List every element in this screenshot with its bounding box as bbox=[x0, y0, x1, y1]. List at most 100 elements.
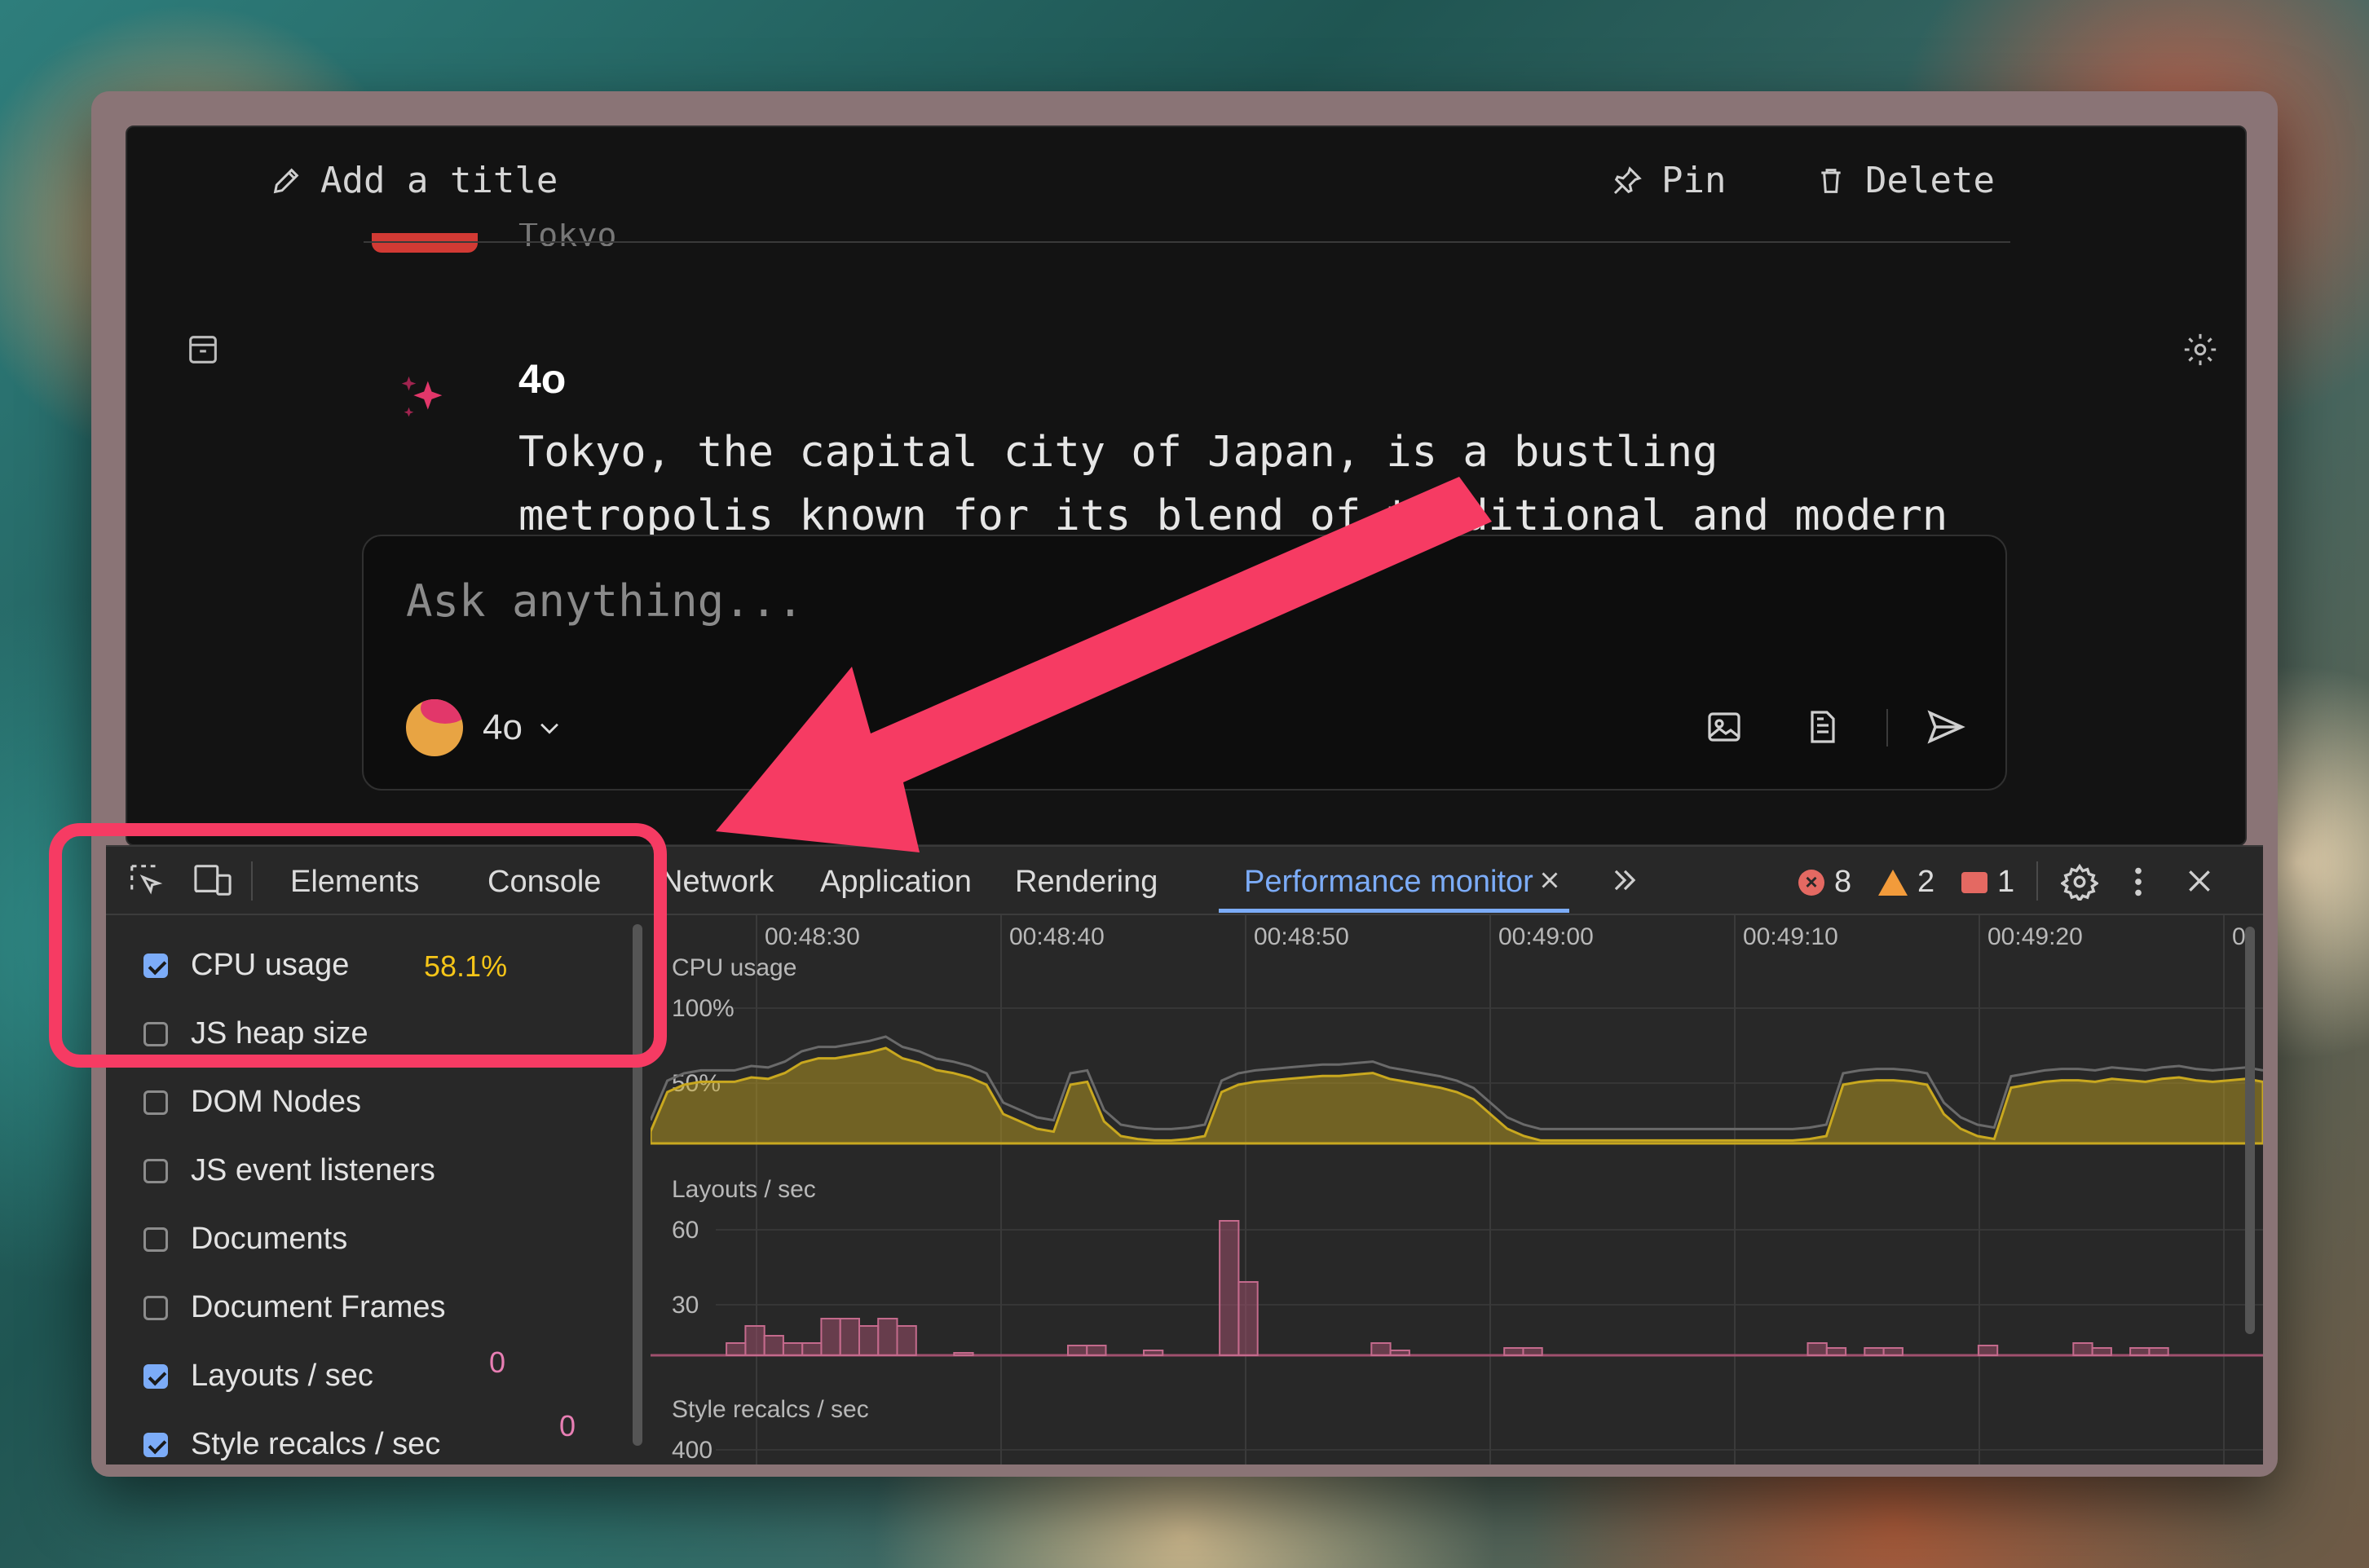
metric-value: 0 bbox=[489, 1346, 506, 1379]
layouts-bar bbox=[801, 1342, 823, 1356]
value-tick-label: 100% bbox=[672, 995, 735, 1022]
metric-checkbox[interactable] bbox=[143, 1363, 168, 1389]
metric-label: JS event listeners bbox=[191, 1153, 435, 1187]
delete-button[interactable]: Delete bbox=[1815, 160, 1995, 201]
toolbar-divider bbox=[2036, 861, 2038, 901]
metric-checkbox[interactable] bbox=[143, 1432, 168, 1457]
tab-network[interactable]: Network bbox=[660, 865, 774, 900]
layouts-bar bbox=[877, 1318, 898, 1356]
settings-icon[interactable] bbox=[2061, 863, 2098, 901]
layouts-bar bbox=[1864, 1347, 1885, 1356]
trash-icon bbox=[1821, 168, 1841, 193]
layouts-bar bbox=[1977, 1345, 1999, 1356]
layouts-bar bbox=[782, 1342, 804, 1356]
layouts-bar bbox=[1825, 1347, 1847, 1356]
pin-label: Pin bbox=[1661, 160, 1727, 201]
metric-checkbox[interactable] bbox=[143, 1090, 168, 1115]
close-tab-icon[interactable] bbox=[1536, 866, 1564, 894]
value-tick-label: 60 bbox=[672, 1217, 699, 1244]
issues-count-badge[interactable]: 1 bbox=[1961, 865, 2014, 900]
error-count-badge[interactable]: × 8 bbox=[1798, 865, 1851, 900]
pin-icon bbox=[1613, 165, 1642, 194]
layouts-bar bbox=[2091, 1347, 2112, 1356]
cpu-usage-area bbox=[651, 1046, 2263, 1145]
model-selector-label: 4o bbox=[483, 707, 523, 747]
close-devtools-icon[interactable] bbox=[2183, 865, 2216, 897]
layouts-bar bbox=[726, 1342, 747, 1356]
layouts-bar bbox=[1086, 1345, 1107, 1356]
delete-label: Delete bbox=[1865, 160, 1995, 201]
layouts-bar bbox=[2148, 1347, 2169, 1356]
chat-app: Add a title Pin Delete Tokyo 4o Tokyo, t… bbox=[126, 126, 2247, 846]
layouts-bar bbox=[1143, 1350, 1164, 1356]
panel-title: Layouts / sec bbox=[672, 1176, 816, 1203]
metric-label: Layouts / sec bbox=[191, 1359, 373, 1393]
send-icon[interactable] bbox=[1925, 706, 1967, 748]
layouts-bar bbox=[1237, 1281, 1259, 1356]
metric-value: 0 bbox=[559, 1409, 576, 1442]
metric-label: Documents bbox=[191, 1222, 348, 1256]
document-icon[interactable] bbox=[1802, 707, 1842, 747]
title-placeholder: Add a title bbox=[320, 160, 558, 201]
tab-rendering[interactable]: Rendering bbox=[1015, 865, 1158, 900]
warning-icon bbox=[1878, 869, 1908, 896]
value-tick-label: 30 bbox=[672, 1292, 699, 1319]
issues-icon bbox=[1961, 871, 1987, 893]
layouts-bar bbox=[1389, 1350, 1410, 1356]
metric-layouts-sec[interactable]: Layouts / sec bbox=[143, 1359, 373, 1394]
layouts-bar bbox=[763, 1335, 784, 1356]
metric-style-recalcs-sec[interactable]: Style recalcs / sec bbox=[143, 1427, 440, 1462]
time-tick-label: 00:48:30 bbox=[765, 923, 860, 950]
time-tick-label: 0 bbox=[2232, 923, 2246, 950]
kebab-menu-icon[interactable] bbox=[2126, 863, 2151, 901]
error-count: 8 bbox=[1834, 865, 1852, 899]
layouts-bar bbox=[2072, 1342, 2093, 1356]
header-divider bbox=[364, 241, 2010, 243]
gear-icon[interactable] bbox=[2182, 331, 2219, 368]
layouts-bar bbox=[1067, 1345, 1088, 1356]
metric-label: Document Frames bbox=[191, 1290, 446, 1324]
layouts-bar bbox=[839, 1318, 860, 1356]
assistant-message-text: Tokyo, the capital city of Japan, is a b… bbox=[518, 428, 1948, 540]
tab-performance-monitor[interactable]: Performance monitor bbox=[1244, 865, 1533, 900]
time-tick-label: 00:48:40 bbox=[1009, 923, 1105, 950]
layouts-bar bbox=[953, 1352, 974, 1356]
active-tab-underline bbox=[1219, 909, 1569, 913]
chart-scrollbar[interactable] bbox=[2245, 927, 2255, 1334]
metric-checkbox[interactable] bbox=[143, 1227, 168, 1252]
chat-input-box[interactable]: Ask anything... 4o bbox=[362, 535, 2007, 791]
metric-checkbox[interactable] bbox=[143, 1158, 168, 1183]
metric-document-frames[interactable]: Document Frames bbox=[143, 1290, 446, 1325]
chat-input-placeholder[interactable]: Ask anything... bbox=[406, 575, 804, 627]
performance-chart-svg: 00:48:30 00:48:40 00:48:50 00:49:00 00:49:10… bbox=[651, 915, 2263, 1464]
performance-chart: 00:48:30 00:48:40 00:48:50 00:49:00 00:49:10… bbox=[651, 915, 2263, 1464]
more-tabs-icon[interactable] bbox=[1608, 865, 1642, 896]
value-tick-label: 400 bbox=[672, 1437, 712, 1464]
archive-icon[interactable] bbox=[184, 331, 222, 368]
metric-label: Style recalcs / sec bbox=[191, 1427, 441, 1461]
panel-title: Style recalcs / sec bbox=[672, 1396, 869, 1423]
add-title-button[interactable]: Add a title bbox=[270, 160, 558, 201]
layouts-bar bbox=[820, 1318, 841, 1356]
layouts-bar bbox=[744, 1325, 765, 1356]
time-tick-label: 00:49:10 bbox=[1743, 923, 1838, 950]
tab-application[interactable]: Application bbox=[820, 865, 972, 900]
model-selector[interactable]: 4o bbox=[406, 699, 563, 756]
metric-js-event-listeners[interactable]: JS event listeners bbox=[143, 1153, 435, 1188]
warning-count-badge[interactable]: 2 bbox=[1878, 865, 1934, 900]
pin-button[interactable]: Pin bbox=[1611, 160, 1726, 201]
image-icon[interactable] bbox=[1705, 707, 1744, 747]
panel-title: CPU usage bbox=[672, 954, 796, 981]
time-tick-label: 00:49:20 bbox=[1987, 923, 2083, 950]
layouts-bar bbox=[1882, 1347, 1904, 1356]
metric-checkbox[interactable] bbox=[143, 1295, 168, 1320]
layouts-bar bbox=[858, 1325, 880, 1356]
sparkle-icon bbox=[401, 376, 443, 417]
metric-dom-nodes[interactable]: DOM Nodes bbox=[143, 1085, 361, 1120]
layouts-bar bbox=[1522, 1347, 1543, 1356]
metric-documents[interactable]: Documents bbox=[143, 1222, 347, 1257]
warning-count: 2 bbox=[1917, 865, 1935, 899]
error-icon: × bbox=[1798, 869, 1824, 896]
layouts-bar bbox=[1370, 1342, 1392, 1356]
message-model-name: 4o bbox=[518, 356, 567, 402]
